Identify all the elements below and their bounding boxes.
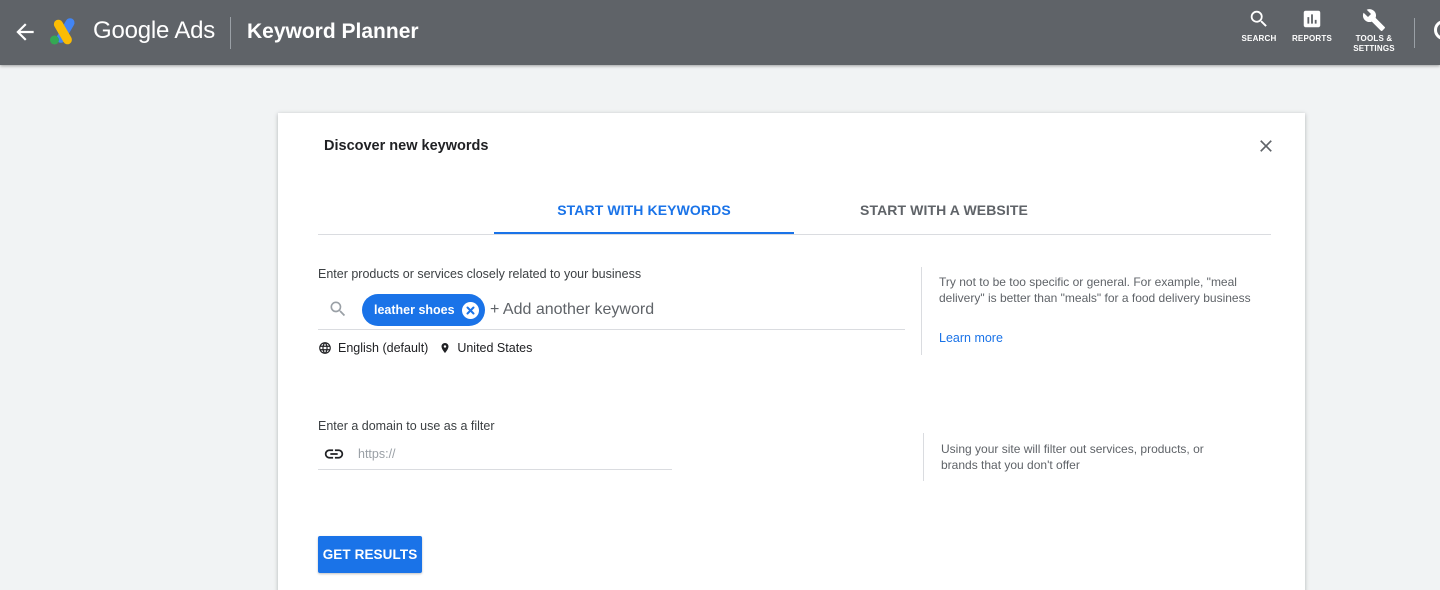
search-icon (1250, 10, 1267, 27)
keyword-chip[interactable]: leather shoes (362, 294, 485, 326)
reports-button[interactable]: REPORTS (1288, 8, 1336, 44)
wrench-icon (1362, 9, 1385, 31)
page-title: Keyword Planner (247, 20, 419, 43)
bar-chart-icon (1303, 10, 1321, 28)
search-button[interactable]: SEARCH (1238, 8, 1280, 44)
targeting-row: English (default) United States (318, 339, 532, 357)
tab-bar: START WITH KEYWORDS START WITH A WEBSITE (318, 191, 1271, 235)
tools-settings-button[interactable]: TOOLS & SETTINGS (1348, 8, 1400, 54)
dialog-title: Discover new keywords (324, 138, 489, 154)
keyword-chip-label: leather shoes (374, 303, 455, 317)
tab-start-with-website[interactable]: START WITH A WEBSITE (794, 191, 1094, 235)
location-label: United States (457, 341, 533, 355)
keywords-input-row: leather shoes (318, 291, 905, 330)
keywords-hint: Try not to be too specific or general. F… (921, 267, 1266, 355)
domain-input[interactable] (358, 441, 658, 467)
location-selector[interactable]: United States (439, 341, 532, 355)
close-icon[interactable] (1256, 136, 1276, 156)
globe-icon (319, 342, 331, 354)
tools-settings-label: TOOLS & SETTINGS (1353, 34, 1395, 53)
search-icon (330, 301, 346, 317)
header-divider (230, 17, 231, 49)
search-label: SEARCH (1241, 34, 1277, 43)
domain-hint: Using your site will filter out services… (923, 433, 1268, 481)
discover-keywords-dialog: Discover new keywords START WITH KEYWORD… (278, 113, 1305, 590)
arrow-back-icon[interactable] (12, 19, 38, 45)
link-icon (324, 449, 344, 459)
get-results-button[interactable]: GET RESULTS (318, 536, 422, 573)
add-keyword-input[interactable] (490, 291, 890, 328)
domain-field-label: Enter a domain to use as a filter (318, 419, 495, 433)
keywords-field-label: Enter products or services closely relat… (318, 267, 642, 281)
top-app-bar: Google Ads Keyword Planner SEARCH REPORT… (0, 0, 1440, 65)
language-label: English (default) (338, 341, 429, 355)
tab-start-with-keywords[interactable]: START WITH KEYWORDS (494, 191, 794, 234)
google-ads-logo (48, 16, 80, 46)
domain-input-row (318, 441, 672, 470)
location-pin-icon (441, 343, 449, 353)
remove-chip-icon[interactable] (462, 302, 479, 319)
brand-name: Google Ads (93, 17, 216, 44)
domain-hint-text: Using your site will filter out services… (941, 442, 1204, 472)
learn-more-link[interactable]: Learn more (939, 330, 1003, 346)
language-selector[interactable]: English (default) (318, 341, 428, 355)
header-divider-right (1414, 18, 1415, 48)
help-icon[interactable] (1434, 20, 1440, 40)
keywords-hint-text: Try not to be too specific or general. F… (939, 275, 1251, 305)
reports-label: REPORTS (1291, 34, 1333, 43)
